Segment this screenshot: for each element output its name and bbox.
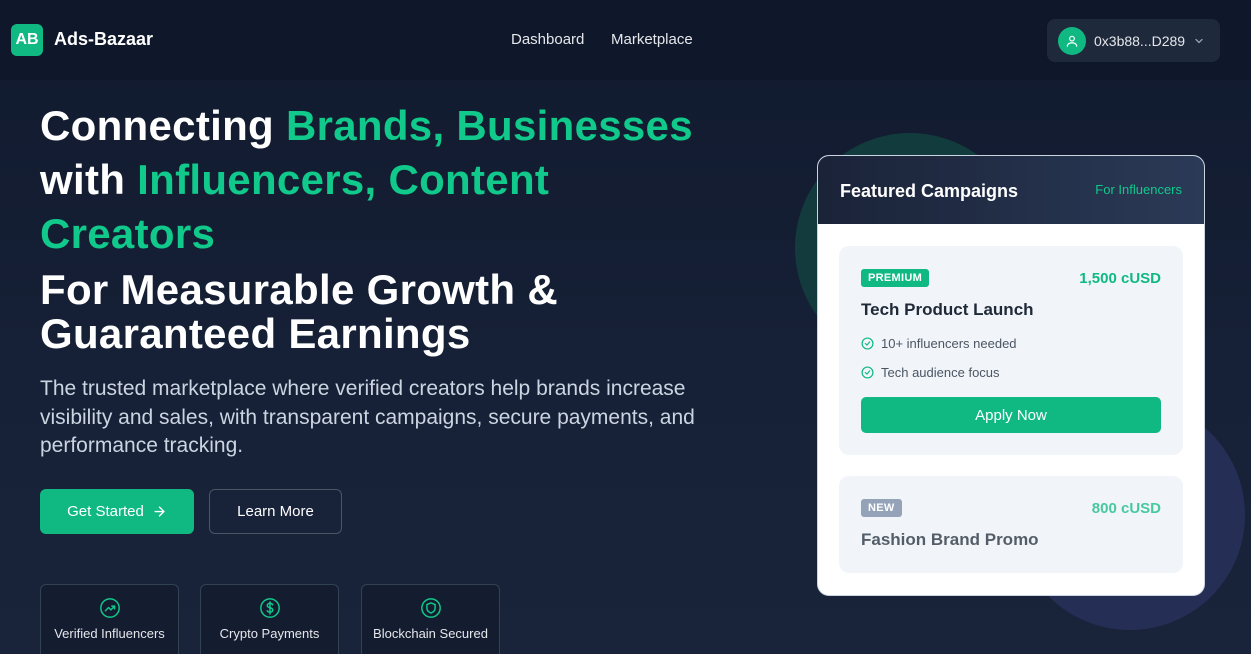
- hero-title-line-4: For Measurable Growth &: [40, 266, 558, 313]
- shield-icon: [420, 597, 442, 619]
- logo-icon[interactable]: AB: [11, 24, 43, 56]
- trending-up-icon: [99, 597, 121, 619]
- wallet-button[interactable]: 0x3b88...D289: [1047, 19, 1220, 62]
- premium-badge: PREMIUM: [861, 269, 930, 287]
- for-influencers-link[interactable]: For Influencers: [1095, 182, 1182, 197]
- hero-title-line-2: with Influencers, Content: [40, 156, 550, 203]
- check-circle-icon: [861, 337, 874, 350]
- learn-more-button[interactable]: Learn More: [209, 489, 342, 534]
- requirement-item: Tech audience focus: [861, 365, 1000, 380]
- brand-name[interactable]: Ads-Bazaar: [54, 29, 153, 50]
- dollar-icon: [259, 597, 281, 619]
- feature-crypto-payments: Crypto Payments: [200, 584, 339, 654]
- card-header: Featured Campaigns For Influencers: [818, 156, 1204, 224]
- wallet-address: 0x3b88...D289: [1094, 32, 1186, 49]
- feature-blockchain-secured: Blockchain Secured: [361, 584, 500, 654]
- featured-campaigns-card: Featured Campaigns For Influencers PREMI…: [817, 155, 1205, 596]
- get-started-button[interactable]: Get Started: [40, 489, 194, 534]
- user-icon: [1058, 26, 1086, 55]
- chevron-down-icon: [1193, 35, 1205, 47]
- hero-subtitle: The trusted marketplace where verified c…: [40, 377, 695, 457]
- check-circle-icon: [861, 366, 874, 379]
- card-title: Featured Campaigns: [840, 181, 1019, 201]
- hero-title-line-3: Creators: [40, 210, 216, 257]
- feature-verified-influencers: Verified Influencers: [40, 584, 179, 654]
- campaign-card-tech[interactable]: PREMIUM 1,500 cUSD Tech Product Launch 1…: [839, 246, 1183, 455]
- feature-label: Crypto Payments: [219, 626, 320, 641]
- new-badge: NEW: [861, 499, 902, 517]
- feature-label: Blockchain Secured: [373, 626, 488, 641]
- campaign-card-fashion[interactable]: NEW 800 cUSD Fashion Brand Promo: [839, 476, 1183, 573]
- hero-title-line-5: Guaranteed Earnings: [40, 310, 471, 357]
- nav-marketplace[interactable]: Marketplace: [611, 31, 693, 48]
- campaign-name: Fashion Brand Promo: [861, 530, 1039, 549]
- campaign-name: Tech Product Launch: [861, 300, 1034, 319]
- hero-title-line-1: Connecting Brands, Businesses: [40, 102, 693, 149]
- nav-dashboard[interactable]: Dashboard: [511, 31, 584, 48]
- arrow-right-icon: [152, 504, 167, 519]
- requirement-item: 10+ influencers needed: [861, 336, 1017, 351]
- feature-label: Verified Influencers: [54, 626, 165, 641]
- campaign-price: 1,500 cUSD: [1079, 270, 1161, 287]
- campaign-price: 800 cUSD: [1091, 500, 1161, 517]
- top-navbar: AB Ads-Bazaar Dashboard Marketplace 0x3b…: [0, 0, 1251, 80]
- apply-now-button[interactable]: Apply Now: [861, 397, 1161, 433]
